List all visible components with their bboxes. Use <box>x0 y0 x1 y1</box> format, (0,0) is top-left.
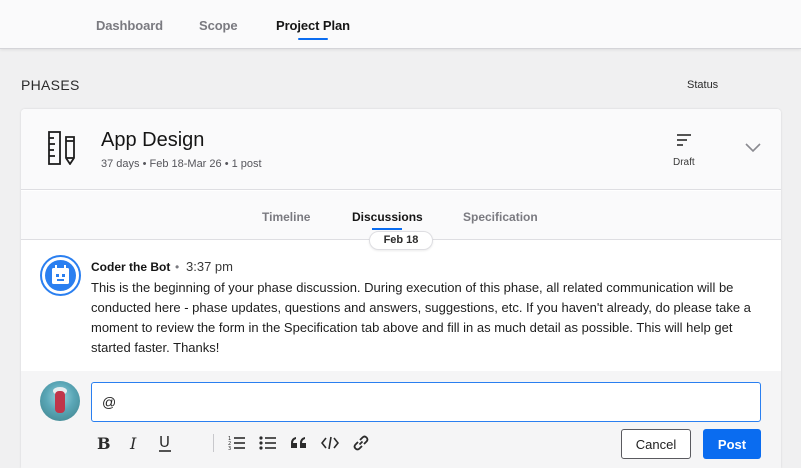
section-title: PHASES <box>21 77 80 93</box>
active-tab-indicator <box>297 38 328 40</box>
post-author: Coder the Bot <box>91 260 171 274</box>
tab-project-plan[interactable]: Project Plan <box>276 18 350 40</box>
message-composer: @ B I U 1 2 3 Cancel Post <box>21 371 781 468</box>
tab-dashboard[interactable]: Dashboard <box>96 18 163 33</box>
bot-avatar <box>40 255 81 296</box>
phase-name: App Design <box>101 129 205 151</box>
bold-icon[interactable]: B <box>91 431 115 455</box>
phase-card: App Design 37 days • Feb 18-Mar 26 • 1 p… <box>21 109 781 468</box>
top-navigation: Dashboard Scope Project Plan <box>0 0 801 49</box>
phase-header[interactable]: App Design 37 days • Feb 18-Mar 26 • 1 p… <box>21 109 781 190</box>
date-divider: Feb 18 <box>369 231 433 250</box>
status-badge: Draft <box>673 157 695 168</box>
avatar <box>40 381 80 421</box>
link-icon[interactable] <box>349 431 373 455</box>
phase-meta: 37 days • Feb 18-Mar 26 • 1 post <box>101 158 262 170</box>
svg-text:U: U <box>159 434 170 451</box>
ordered-list-icon[interactable]: 1 2 3 <box>225 431 249 455</box>
toolbar-divider <box>213 434 214 452</box>
svg-text:3: 3 <box>228 446 231 451</box>
post-timestamp: 3:37 pm <box>186 259 233 274</box>
bullet-list-icon[interactable] <box>256 431 280 455</box>
tab-discussions[interactable]: Discussions <box>352 210 423 230</box>
code-icon[interactable] <box>318 431 342 455</box>
chevron-down-icon[interactable] <box>745 143 761 153</box>
meta-separator: • <box>175 260 180 274</box>
tab-specification[interactable]: Specification <box>463 210 538 224</box>
cancel-button[interactable]: Cancel <box>621 429 691 459</box>
lines-icon <box>677 134 691 146</box>
tab-scope[interactable]: Scope <box>199 18 238 33</box>
svg-text:B: B <box>97 435 110 451</box>
message-input[interactable]: @ <box>91 382 761 422</box>
underline-icon[interactable]: U <box>153 431 177 455</box>
svg-text:I: I <box>129 435 137 451</box>
status-column-header: Status <box>687 79 719 91</box>
post-button[interactable]: Post <box>703 429 761 459</box>
ruler-pencil-icon <box>48 131 75 165</box>
italic-icon[interactable]: I <box>122 431 146 455</box>
tab-timeline[interactable]: Timeline <box>262 210 310 224</box>
calendar-bot-icon <box>52 265 69 284</box>
quote-icon[interactable] <box>287 431 311 455</box>
active-tab-indicator <box>372 228 403 230</box>
post-body: This is the beginning of your phase disc… <box>91 280 751 355</box>
